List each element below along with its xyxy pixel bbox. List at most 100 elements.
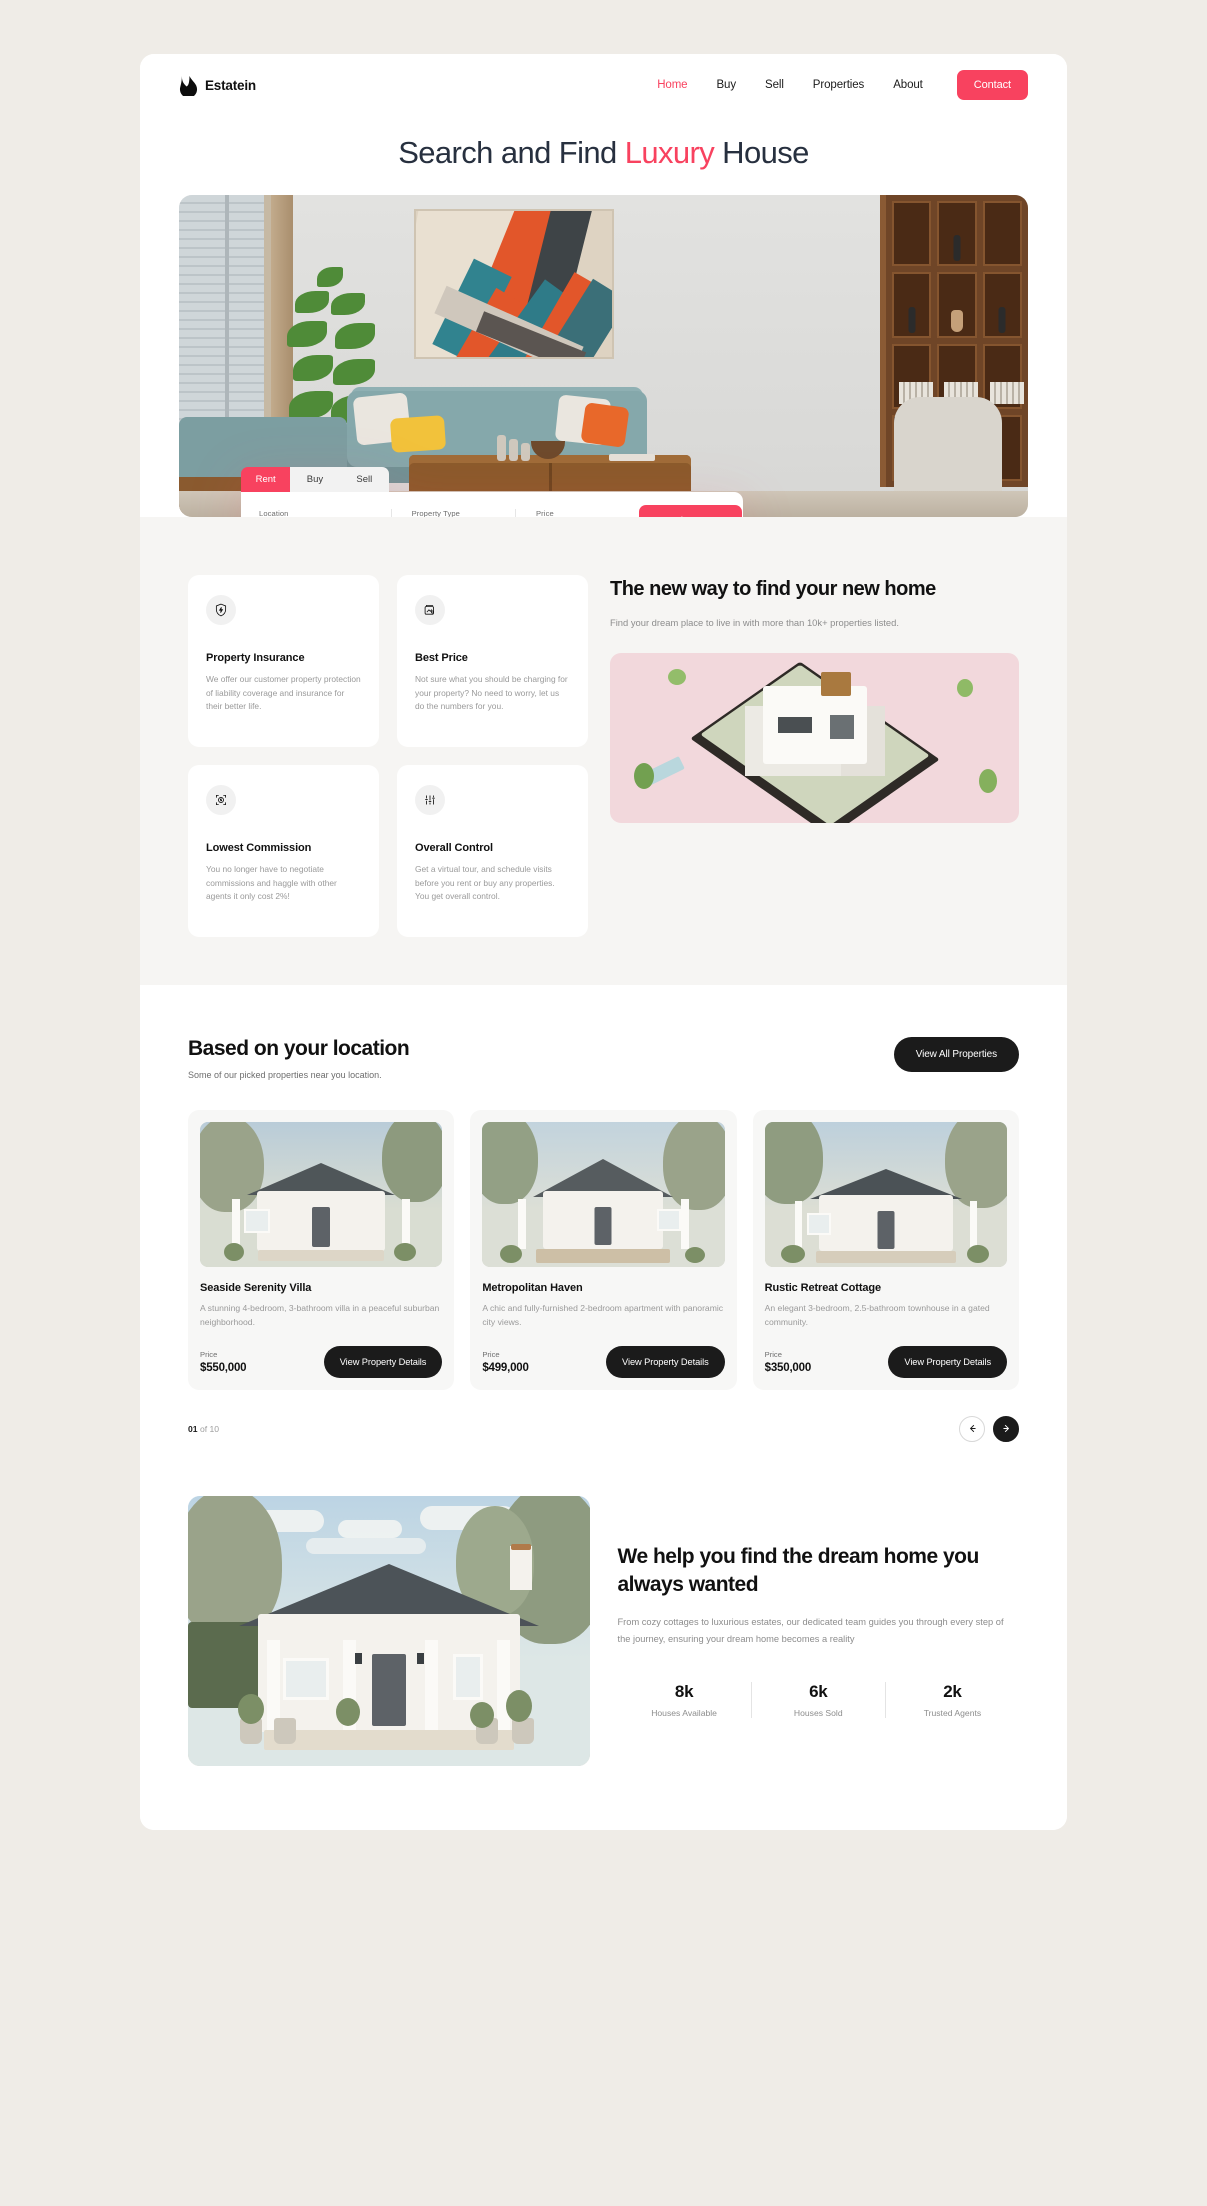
property-price-group: Price $499,000 xyxy=(482,1349,529,1374)
main-nav: Home Buy Sell Properties About Contact xyxy=(657,70,1028,100)
property-footer: Price $550,000 View Property Details xyxy=(200,1345,443,1378)
tab-rent[interactable]: Rent xyxy=(241,466,291,492)
stat-label: Trusted Agents xyxy=(923,1708,982,1719)
view-all-properties-button[interactable]: View All Properties xyxy=(893,1036,1019,1072)
page-shell: Estatein Home Buy Sell Properties About … xyxy=(140,54,1067,1830)
dream-home-image xyxy=(188,1495,590,1766)
price-value: $350,000 xyxy=(764,1361,812,1374)
property-card[interactable]: Seaside Serenity Villa A stunning 4-bedr… xyxy=(188,1109,455,1390)
feature-title: Property Insurance xyxy=(206,651,305,664)
view-property-details-button[interactable]: View Property Details xyxy=(323,1345,443,1378)
price-label: Price xyxy=(536,508,554,517)
feature-title: Overall Control xyxy=(415,841,493,854)
location-header: Based on your location Some of our picke… xyxy=(188,1036,1019,1080)
stat-trusted-agents: 2k Trusted Agents xyxy=(884,1682,1019,1719)
hero-title-highlight: Luxury xyxy=(624,135,715,170)
location-label: Location xyxy=(259,508,289,517)
feature-desc: Not sure what you should be charging for… xyxy=(415,673,568,712)
shield-bolt-icon xyxy=(215,603,227,617)
property-type-label: Property Type xyxy=(411,508,460,517)
nav-item-about[interactable]: About xyxy=(893,79,923,91)
tab-sell[interactable]: Sell xyxy=(339,466,389,492)
stat-value: 8k xyxy=(674,1682,694,1702)
features-side-desc: Find your dream place to live in with mo… xyxy=(610,617,899,629)
property-image xyxy=(482,1121,725,1267)
commission-coin-icon xyxy=(216,794,226,805)
property-card[interactable]: Rustic Retreat Cottage An elegant 3-bedr… xyxy=(752,1109,1019,1390)
sliders-icon-wrap xyxy=(415,784,445,815)
page-root: Estatein Home Buy Sell Properties About … xyxy=(0,0,1207,2206)
property-name: Rustic Retreat Cottage xyxy=(764,1281,882,1294)
shield-bolt-icon-wrap xyxy=(206,594,236,625)
location-section: Based on your location Some of our picke… xyxy=(140,984,1067,1442)
feature-card-best-price: Best Price Not sure what you should be c… xyxy=(397,574,588,747)
feature-card-property-insurance: Property Insurance We offer our customer… xyxy=(188,574,379,747)
dream-home-desc: From cozy cottages to luxurious estates,… xyxy=(617,1616,1004,1645)
armchair xyxy=(894,396,1002,501)
location-subtitle: Some of our picked properties near you l… xyxy=(188,1069,382,1080)
site-header: Estatein Home Buy Sell Properties About … xyxy=(140,54,1067,116)
sliders-icon xyxy=(425,795,435,805)
dream-home-text: We help you find the dream home you alwa… xyxy=(617,1543,1020,1719)
price-tag-icon xyxy=(424,604,434,615)
page-title: Search and Find Luxury House xyxy=(179,134,1028,173)
property-desc: An elegant 3-bedroom, 2.5-bathroom townh… xyxy=(764,1302,990,1327)
dream-home-title: We help you find the dream home you alwa… xyxy=(617,1545,980,1596)
price-tag-icon-wrap xyxy=(415,594,445,625)
stat-value: 2k xyxy=(943,1682,962,1702)
price-field[interactable]: Price $55,000-$85,000 xyxy=(515,508,639,517)
feature-card-grid: Property Insurance We offer our customer… xyxy=(188,574,588,937)
property-image xyxy=(200,1121,443,1267)
nav-item-sell[interactable]: Sell xyxy=(765,79,784,91)
property-card[interactable]: Metropolitan Haven A chic and fully-furn… xyxy=(470,1109,737,1390)
location-field[interactable]: Location Huel Station,Kulas Glen xyxy=(259,509,391,517)
stat-label: Houses Sold xyxy=(793,1708,843,1719)
property-search-widget: Rent Buy Sell Location Huel Station,Kula… xyxy=(241,466,743,517)
search-bar: Location Huel Station,Kulas Glen Propert… xyxy=(241,491,743,517)
pager-count: 01 of 10 xyxy=(188,1424,219,1434)
location-title: Based on your location xyxy=(188,1036,410,1060)
pager-total: of 10 xyxy=(197,1423,220,1434)
feature-desc: We offer our customer property protectio… xyxy=(206,673,361,712)
tab-buy[interactable]: Buy xyxy=(290,466,340,492)
price-label: Price xyxy=(482,1349,500,1359)
property-name: Metropolitan Haven xyxy=(482,1281,583,1294)
contact-button[interactable]: Contact xyxy=(956,70,1028,100)
feature-title: Lowest Commission xyxy=(206,841,312,854)
property-name: Seaside Serenity Villa xyxy=(200,1281,312,1294)
location-heading-group: Based on your location Some of our picke… xyxy=(188,1036,410,1080)
property-price-group: Price $550,000 xyxy=(200,1349,247,1374)
tulip-logo-icon xyxy=(179,75,198,96)
nav-item-buy[interactable]: Buy xyxy=(716,79,736,91)
price-value: $550,000 xyxy=(200,1361,247,1374)
view-property-details-button[interactable]: View Property Details xyxy=(606,1345,725,1378)
price-label: Price xyxy=(764,1349,782,1359)
carousel-pager: 01 of 10 xyxy=(188,1390,1019,1442)
front-door xyxy=(371,1653,406,1726)
pager-current: 01 xyxy=(188,1423,198,1434)
price-value: $499,000 xyxy=(482,1361,529,1374)
hero-section: Search and Find Luxury House Rent Buy Se… xyxy=(140,116,1067,517)
nav-item-home[interactable]: Home xyxy=(657,79,687,91)
arrow-left-icon xyxy=(969,1425,976,1433)
carousel-next-button[interactable] xyxy=(993,1415,1019,1442)
property-card-grid: Seaside Serenity Villa A stunning 4-bedr… xyxy=(188,1109,1019,1390)
property-type-field[interactable]: Property Type Minimalist House xyxy=(390,508,515,517)
property-price-group: Price $350,000 xyxy=(764,1349,812,1374)
view-property-details-button[interactable]: View Property Details xyxy=(888,1345,1007,1378)
hero-title-part2: House xyxy=(714,135,809,170)
brand-logo[interactable]: Estatein xyxy=(179,75,256,96)
nav-item-properties[interactable]: Properties xyxy=(813,79,865,91)
carousel-prev-button[interactable] xyxy=(959,1415,985,1442)
stats-row: 8k Houses Available 6k Houses Sold 2k Tr… xyxy=(618,1682,1020,1719)
price-label: Price xyxy=(200,1349,218,1359)
pager-buttons xyxy=(959,1415,1019,1442)
commission-coin-icon-wrap xyxy=(206,784,236,815)
feature-card-lowest-commission: Lowest Commission You no longer have to … xyxy=(188,764,379,937)
property-footer: Price $499,000 View Property Details xyxy=(482,1345,725,1378)
feature-title: Best Price xyxy=(415,651,468,664)
stat-houses-available: 8k Houses Available xyxy=(618,1682,751,1718)
search-property-button[interactable]: Search Property xyxy=(639,504,742,517)
brand-name: Estatein xyxy=(205,77,256,93)
search-tabs: Rent Buy Sell xyxy=(241,466,389,492)
